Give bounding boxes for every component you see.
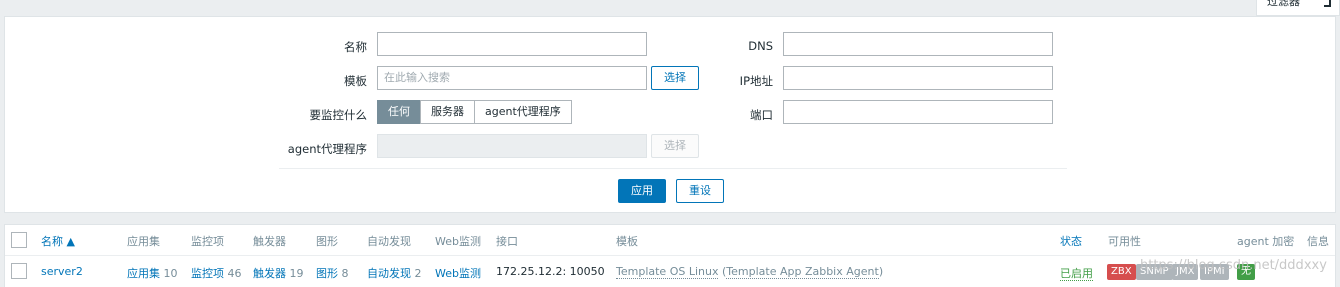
graphs-count: 8 [341,267,349,280]
watermark: https://blog.csdn.net/dddxxy [1140,258,1327,273]
status-toggle[interactable]: 已启用 [1060,267,1093,281]
port-label: 端口 [750,108,773,122]
dns-input[interactable] [783,32,1053,56]
name-input[interactable] [377,32,647,56]
items-cell: 监控项 46 [191,265,242,281]
graphs-cell: 图形 8 [316,265,349,281]
discovery-cell: 自动发现 2 [367,265,422,281]
monitor-option-hosts[interactable]: 服务器 [420,100,475,124]
template-link[interactable]: Template OS Linux [616,265,719,279]
triggers-link[interactable]: 触发器 [253,267,286,280]
triggers-cell: 触发器 19 [253,265,304,281]
status-cell: 已启用 [1060,265,1093,281]
monitor-what-segmented: 任何 服务器 agent代理程序 [377,100,572,124]
proxy-label: agent代理程序 [287,142,367,156]
header-items: 监控项 [191,235,224,248]
reset-button[interactable]: 重设 [676,179,724,203]
header-availability: 可用性 [1108,235,1141,248]
proxy-input [377,134,647,158]
monitor-option-proxy[interactable]: agent代理程序 [474,100,572,124]
zbx-availability-badge: ZBX [1107,264,1136,280]
header-encryption: agent 加密 [1237,235,1295,248]
apps-link[interactable]: 应用集 [127,267,160,280]
header-name[interactable]: 名称 ▲ [41,233,75,249]
header-apps: 应用集 [127,235,160,248]
discovery-link[interactable]: 自动发现 [367,267,411,280]
dns-label: DNS [748,39,773,53]
template-paren-close: ) [878,265,884,278]
ip-input[interactable] [783,66,1053,90]
graphs-link[interactable]: 图形 [316,267,338,280]
filter-panel: 名称 模板 在此输入搜索 选择 要监控什么 任何 服务器 agent代理程序 a… [4,16,1336,213]
header-web: Web监测 [435,235,481,248]
filter-tab-label: 过滤器 [1267,0,1300,8]
items-count: 46 [227,267,242,280]
template-select-button[interactable]: 选择 [651,66,699,90]
header-graphs: 图形 [316,235,338,248]
apps-cell: 应用集 10 [127,265,178,281]
row-divider [5,255,1335,256]
row-checkbox[interactable] [11,263,27,279]
select-all-checkbox[interactable] [11,232,27,248]
header-discovery: 自动发现 [367,235,411,248]
header-interface: 接口 [496,235,518,248]
template-label: 模板 [344,74,367,88]
apps-count: 10 [163,267,178,280]
linked-template-link[interactable]: Template App Zabbix Agent [726,265,879,279]
collapse-icon [1324,0,1331,7]
proxy-select-button: 选择 [651,134,699,158]
items-link[interactable]: 监控项 [191,267,224,280]
name-label: 名称 [344,40,367,54]
apply-button[interactable]: 应用 [618,179,666,203]
header-status[interactable]: 状态 [1060,233,1082,249]
triggers-count: 19 [289,267,304,280]
templates-cell: Template OS Linux (Template App Zabbix A… [616,265,884,279]
filter-tab[interactable]: 过滤器 [1256,0,1340,16]
monitor-what-label: 要监控什么 [309,108,368,122]
port-input[interactable] [783,100,1053,124]
header-templates: 模板 [616,235,638,248]
header-info: 信息 [1307,235,1329,248]
ip-label: IP地址 [739,74,773,88]
template-search-input[interactable]: 在此输入搜索 [377,66,647,90]
filter-divider [279,168,1067,169]
discovery-count: 2 [414,267,422,280]
monitor-option-any[interactable]: 任何 [377,100,421,124]
hosts-table: 名称 ▲ 应用集 监控项 触发器 图形 自动发现 Web监测 接口 模板 状态 … [4,224,1336,287]
host-name-link[interactable]: server2 [41,265,83,278]
header-triggers: 触发器 [253,235,286,248]
interface-value: 172.25.12.2: 10050 [496,265,605,278]
web-link[interactable]: Web监测 [435,265,481,281]
